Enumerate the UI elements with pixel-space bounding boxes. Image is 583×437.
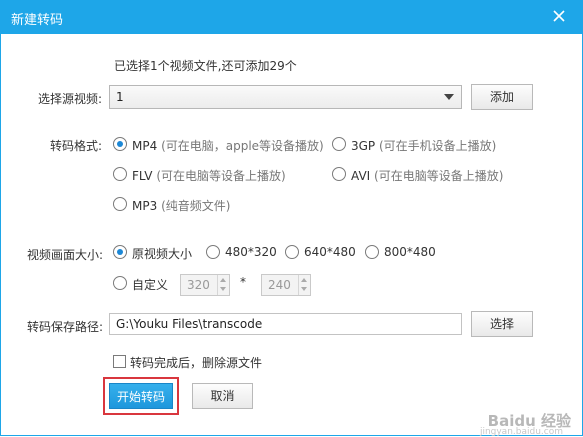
size-label: 视频画面大小:: [27, 248, 104, 262]
stepper-arrows: [298, 275, 310, 295]
size-800x480-label: 800*480: [384, 245, 436, 259]
format-avi-hint: (可在电脑等设备上播放): [374, 169, 504, 183]
source-select[interactable]: 1: [109, 85, 462, 109]
format-mp4-hint: (可在电脑，apple等设备播放): [161, 139, 324, 153]
size-800x480-radio[interactable]: [365, 245, 379, 259]
size-480x320-label: 480*320: [225, 245, 277, 259]
start-transcode-button[interactable]: 开始转码: [109, 383, 173, 409]
size-original-label: 原视频大小: [132, 247, 193, 261]
format-avi-name: AVI: [351, 169, 371, 183]
stepper-arrows: [217, 275, 229, 295]
custom-height-value: 240: [268, 278, 291, 292]
size-480x320-radio[interactable]: [206, 245, 220, 259]
arrow-down-icon[interactable]: [220, 287, 226, 291]
format-avi-radio[interactable]: [332, 167, 346, 181]
save-path-field[interactable]: G:\Youku Files\transcode: [109, 313, 462, 335]
save-path-label: 转码保存路径:: [27, 320, 104, 334]
format-mp3-radio[interactable]: [113, 197, 127, 211]
arrow-up-icon[interactable]: [301, 278, 307, 282]
size-custom-label: 自定义: [132, 278, 169, 292]
add-button[interactable]: 添加: [471, 84, 533, 110]
title-bar: 新建转码: [0, 0, 583, 34]
size-custom-radio[interactable]: [113, 276, 127, 290]
format-mp3-name: MP3: [132, 199, 158, 213]
format-label: 转码格式:: [50, 139, 103, 153]
arrow-down-icon[interactable]: [301, 287, 307, 291]
format-3gp-option: 3GP (可在手机设备上播放): [351, 137, 496, 154]
format-mp3-option: MP3 (纯音频文件): [132, 197, 230, 214]
chevron-down-icon: [444, 94, 454, 100]
format-3gp-radio[interactable]: [332, 137, 346, 151]
format-mp3-hint: (纯音频文件): [161, 199, 231, 213]
format-flv-option: FLV (可在电脑等设备上播放): [132, 167, 286, 184]
format-mp4-radio[interactable]: [113, 137, 127, 151]
source-select-value: 1: [116, 90, 124, 104]
format-mp4-option: MP4 (可在电脑，apple等设备播放): [132, 137, 324, 154]
arrow-up-icon[interactable]: [220, 278, 226, 282]
close-icon[interactable]: [549, 6, 569, 26]
format-3gp-hint: (可在手机设备上播放): [379, 139, 497, 153]
watermark-url: jingyan.baidu.com: [479, 427, 563, 437]
start-button-highlight: 开始转码: [103, 377, 179, 415]
selection-info: 已选择1个视频文件,还可添加29个: [114, 59, 297, 73]
format-flv-hint: (可在电脑等设备上播放): [156, 169, 286, 183]
size-640x480-label: 640*480: [304, 245, 356, 259]
custom-height-stepper[interactable]: 240: [261, 274, 311, 296]
delete-source-label: 转码完成后，删除源文件: [130, 356, 263, 370]
format-mp4-name: MP4: [132, 139, 158, 153]
save-path-value: G:\Youku Files\transcode: [116, 317, 263, 331]
cancel-button[interactable]: 取消: [192, 383, 253, 409]
format-avi-option: AVI (可在电脑等设备上播放): [351, 167, 503, 184]
delete-source-checkbox[interactable]: [113, 355, 126, 368]
browse-button[interactable]: 选择: [471, 311, 533, 337]
format-flv-name: FLV: [132, 169, 153, 183]
size-640x480-radio[interactable]: [285, 245, 299, 259]
format-flv-radio[interactable]: [113, 167, 127, 181]
window-title: 新建转码: [11, 13, 64, 28]
format-3gp-name: 3GP: [351, 139, 376, 153]
custom-width-value: 320: [187, 278, 210, 292]
size-separator: *: [240, 275, 246, 289]
size-original-radio[interactable]: [113, 245, 127, 259]
custom-width-stepper[interactable]: 320: [180, 274, 230, 296]
source-label: 选择源视频:: [38, 92, 103, 106]
